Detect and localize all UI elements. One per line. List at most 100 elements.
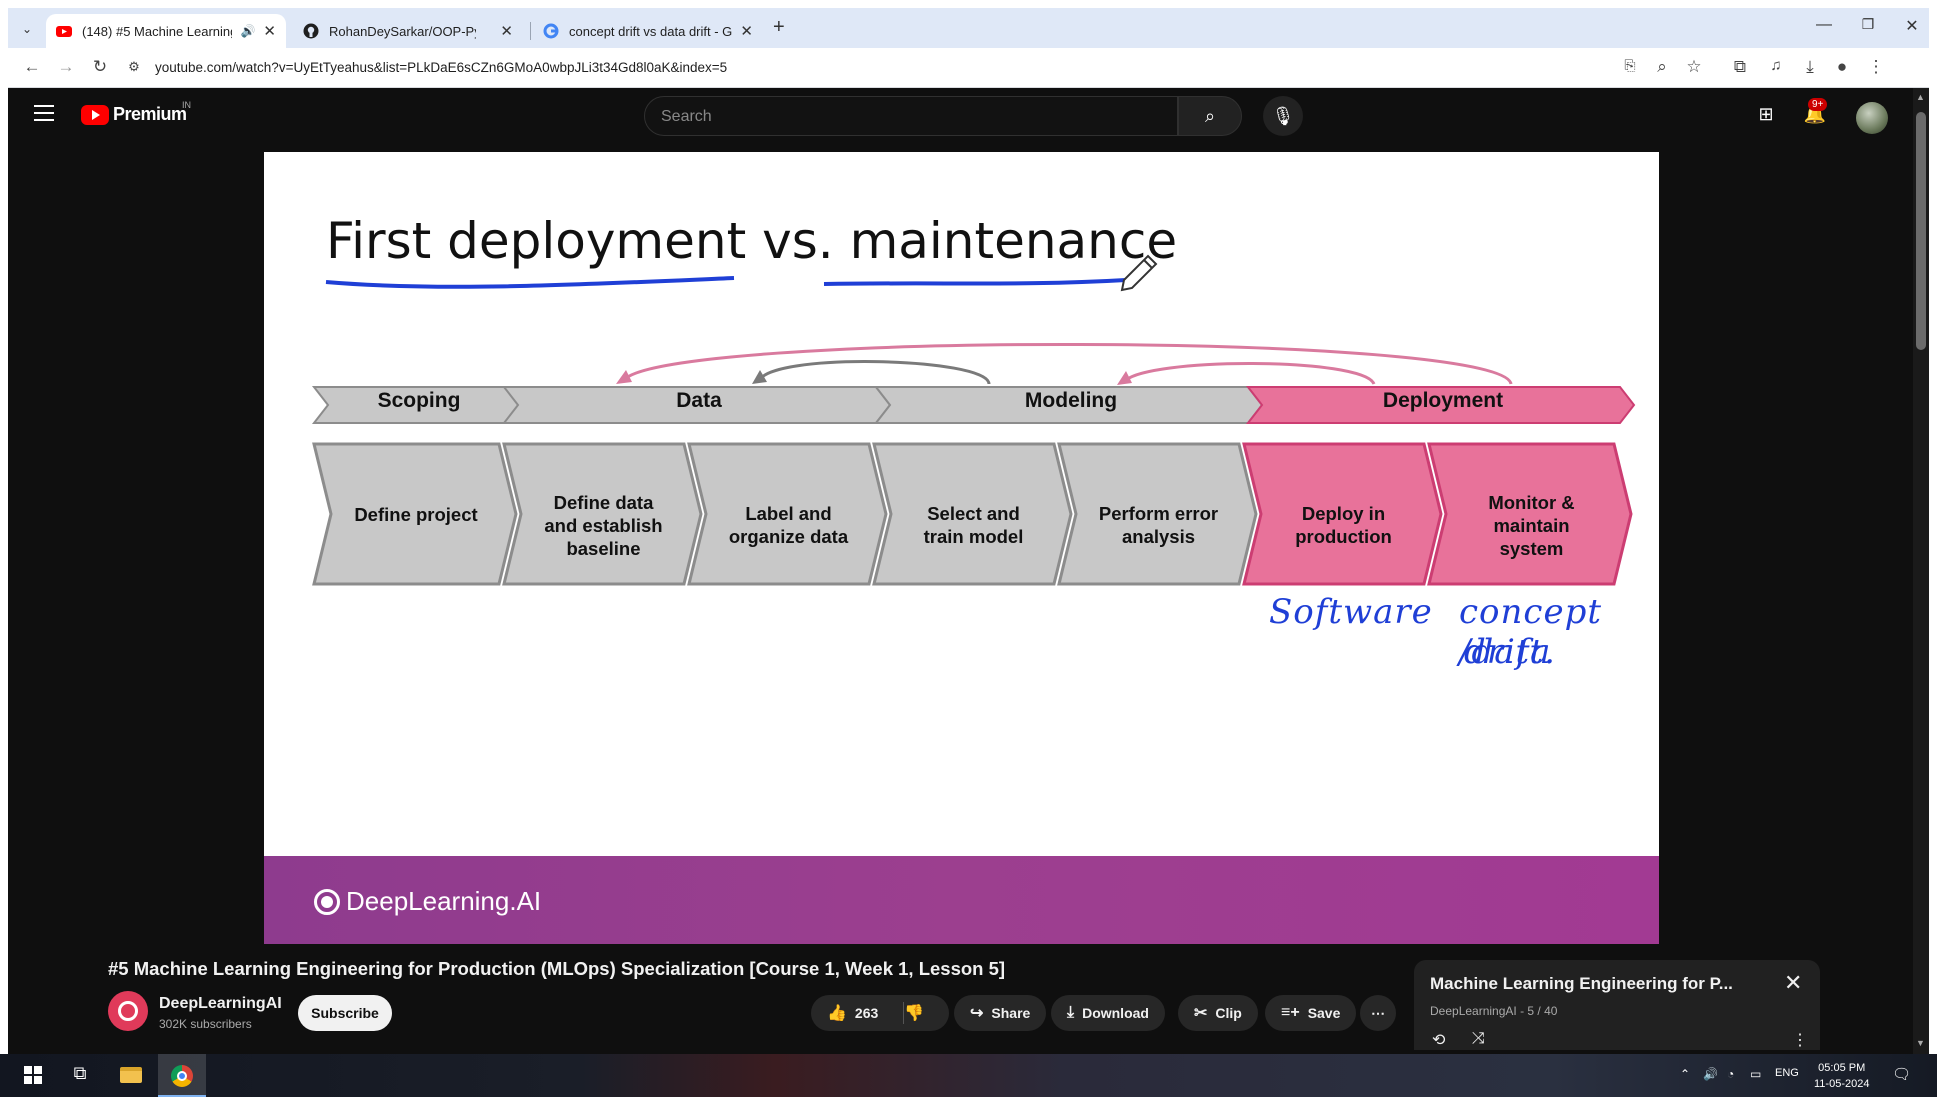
extensions-icon[interactable]: ⧉ [1728, 57, 1752, 77]
handwriting-software: Software [1269, 592, 1433, 632]
video-player[interactable]: First deployment vs. maintenance Scoping… [264, 152, 1659, 944]
create-video-icon[interactable]: ⊞ [1753, 104, 1779, 125]
profile-icon[interactable]: ● [1830, 57, 1854, 77]
forward-icon[interactable]: → [54, 57, 78, 77]
scissors-icon: ✂ [1194, 1005, 1208, 1022]
tab-youtube[interactable]: (148) #5 Machine Learning 🔊 ✕ [46, 14, 286, 48]
volume-icon[interactable]: 🔊 [1703, 1067, 1718, 1081]
step-label-5: Perform error analysis [1098, 503, 1219, 547]
playlist-title[interactable]: Machine Learning Engineering for P... [1430, 974, 1733, 994]
wifi-icon[interactable]: ◔ [1727, 1067, 1734, 1081]
browser-toolbar: ← → ↻ ⚙ youtube.com/watch?v=UyEtTyeahus&… [8, 48, 1929, 88]
scroll-up-icon[interactable]: ▲ [1916, 92, 1925, 102]
new-tab-icon[interactable]: + [773, 16, 785, 39]
title-underline-2 [823, 278, 1127, 286]
stage-label-scoping: Scoping [377, 389, 461, 412]
tab-title: (148) #5 Machine Learning [82, 23, 233, 39]
downloads-icon[interactable]: ⤓ [1798, 57, 1822, 77]
search-placeholder: Search [661, 108, 712, 125]
close-window-icon[interactable]: ✕ [1892, 16, 1929, 36]
page-scrollbar[interactable]: ▲ ▼ [1913, 88, 1929, 1054]
desktop-screen: ⌄ (148) #5 Machine Learning 🔊 ✕ RohanDey… [0, 0, 1937, 1097]
save-label: Save [1307, 1005, 1341, 1021]
install-app-icon[interactable]: ⎘ [1618, 57, 1642, 74]
chrome-menu-icon[interactable]: ⋮ [1864, 57, 1888, 77]
battery-icon[interactable]: ▭ [1750, 1067, 1761, 1081]
clip-button[interactable]: ✂ Clip [1178, 995, 1258, 1031]
zoom-icon[interactable]: ⌕ [1650, 57, 1674, 77]
more-icon: ⋯ [1371, 1004, 1385, 1021]
bookmark-star-icon[interactable]: ☆ [1682, 57, 1706, 77]
search-input[interactable]: Search [644, 96, 1178, 136]
close-tab-icon[interactable]: ✕ [740, 22, 753, 40]
windows-start-icon[interactable] [24, 1066, 42, 1084]
step-label-1: Define project [354, 504, 478, 525]
close-tab-icon[interactable]: ✕ [263, 22, 276, 40]
step-label-6: Deploy in production [1295, 503, 1392, 547]
playlist-menu-icon[interactable]: ⋮ [1792, 1030, 1808, 1050]
tab-google[interactable]: concept drift vs data drift - Goo ✕ [533, 14, 763, 48]
tab-title: RohanDeySarkar/OOP-Python [329, 23, 476, 39]
address-bar[interactable]: ⚙ youtube.com/watch?v=UyEtTyeahus&list=P… [123, 53, 1543, 83]
media-control-icon[interactable]: ♫ [1764, 57, 1788, 74]
youtube-header: Premium IN Search ⌕ 🎙 ⊞ 🔔 9+ [8, 88, 1913, 144]
logo-text: Premium [113, 104, 187, 124]
tab-title: concept drift vs data drift - Goo [569, 23, 733, 39]
search-button[interactable]: ⌕ [1178, 96, 1242, 136]
site-info-icon[interactable]: ⚙ [123, 59, 145, 75]
menu-icon[interactable] [34, 105, 54, 121]
tab-search-icon[interactable]: ⌄ [16, 18, 38, 40]
close-playlist-icon[interactable]: ✕ [1784, 970, 1802, 996]
like-count[interactable]: 263 [855, 1005, 878, 1021]
dislike-icon[interactable]: 👎 [904, 1003, 924, 1023]
download-button[interactable]: ⤓ Download [1051, 995, 1165, 1031]
notification-center-icon[interactable]: 🗨 [1892, 1065, 1911, 1083]
voice-search-button[interactable]: 🎙 [1263, 96, 1303, 136]
search-icon: ⌕ [1204, 106, 1216, 126]
like-dislike-group: 👍 263 👎 [811, 995, 949, 1031]
loop-icon[interactable]: ⟲ [1432, 1030, 1445, 1050]
language-indicator[interactable]: ENG [1775, 1067, 1799, 1079]
stage-label-data: Data [676, 389, 722, 412]
show-hidden-icons-icon[interactable]: ⌃ [1680, 1067, 1690, 1081]
save-button[interactable]: ≡+ Save [1265, 995, 1357, 1031]
share-button[interactable]: ↪ Share [954, 995, 1047, 1031]
more-actions-button[interactable]: ⋯ [1360, 995, 1396, 1031]
step-label-2: Define data and establish baseline [544, 492, 663, 559]
step-label-7: Monitor & maintain system [1488, 492, 1575, 559]
back-icon[interactable]: ← [20, 57, 44, 77]
minimize-icon[interactable]: — [1804, 16, 1844, 34]
taskbar-clock[interactable]: 05:05 PM 11-05-2024 [1814, 1060, 1869, 1092]
chrome-icon[interactable] [171, 1065, 193, 1087]
file-explorer-icon[interactable] [120, 1067, 142, 1083]
subscriber-count: 302K subscribers [159, 1017, 252, 1031]
account-avatar[interactable] [1856, 102, 1888, 134]
like-icon[interactable]: 👍 [827, 1003, 847, 1023]
pencil-icon [1120, 254, 1158, 292]
scroll-down-icon[interactable]: ▼ [1916, 1038, 1925, 1048]
playlist-panel: Machine Learning Engineering for P... De… [1414, 960, 1820, 1050]
clock-date: 11-05-2024 [1814, 1078, 1870, 1090]
reload-icon[interactable]: ↻ [88, 57, 112, 77]
channel-avatar[interactable] [108, 991, 148, 1031]
youtube-logo[interactable]: Premium [81, 104, 187, 125]
playlist-subtitle: DeepLearningAI - 5 / 40 [1430, 1004, 1558, 1018]
tab-github[interactable]: RohanDeySarkar/OOP-Python ✕ [293, 14, 523, 48]
subscribe-button[interactable]: Subscribe [298, 995, 392, 1031]
clip-label: Clip [1215, 1005, 1242, 1021]
restore-icon[interactable]: ❐ [1848, 16, 1888, 33]
notification-badge: 9+ [1808, 98, 1828, 111]
task-view-icon[interactable]: ⧉ [68, 1063, 92, 1084]
tab-bar: ⌄ (148) #5 Machine Learning 🔊 ✕ RohanDey… [8, 8, 1929, 48]
youtube-play-icon [81, 104, 109, 125]
shuffle-icon[interactable]: ⤨ [1472, 1030, 1485, 1048]
title-underline-1 [325, 276, 735, 289]
channel-name[interactable]: DeepLearningAI [159, 995, 282, 1013]
share-icon: ↪ [970, 1005, 984, 1022]
scroll-thumb[interactable] [1916, 112, 1926, 350]
close-tab-icon[interactable]: ✕ [500, 22, 513, 40]
speaker-icon[interactable]: 🔊 [240, 24, 255, 38]
feedback-arrow-deploy-to-model [1122, 362, 1376, 385]
download-icon: ⤓ [1067, 1004, 1075, 1021]
github-icon [303, 23, 319, 39]
